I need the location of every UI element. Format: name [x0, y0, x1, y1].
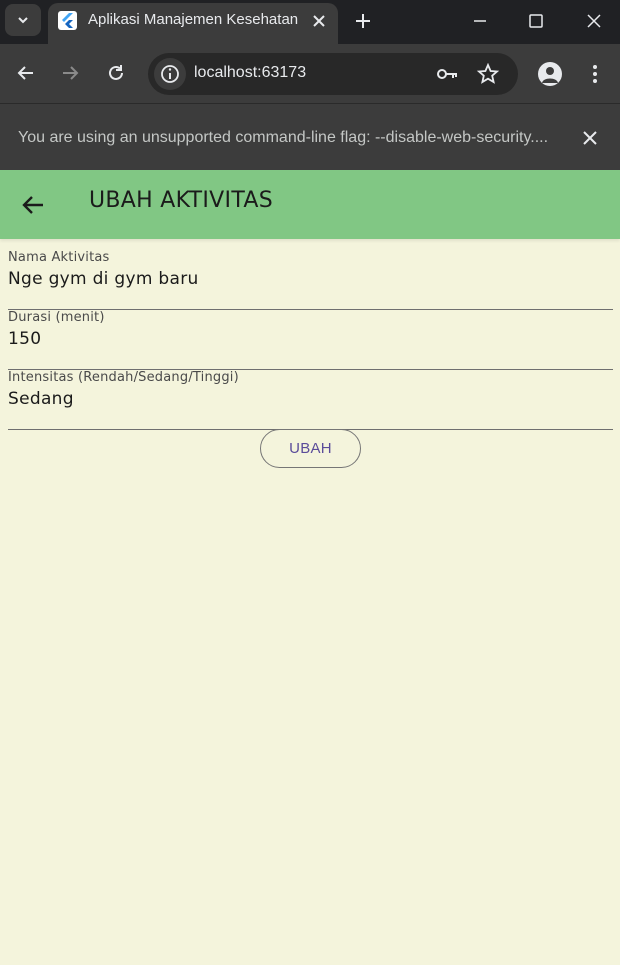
duration-input[interactable]: 150 [8, 329, 613, 349]
duration-label: Durasi (menit) [8, 310, 105, 325]
minimize-icon[interactable] [469, 10, 491, 32]
chevron-down-icon [18, 17, 28, 24]
info-icon [161, 65, 179, 83]
tab-title: Aplikasi Manajemen Kesehatan [88, 11, 299, 28]
back-arrow-icon[interactable] [20, 192, 46, 218]
flutter-favicon-icon [58, 11, 77, 30]
activity-name-field[interactable]: Nama Aktivitas Nge gym di gym baru [8, 250, 613, 310]
browser-toolbar: localhost:63173 [0, 44, 620, 103]
infobar-message: You are using an unsupported command-lin… [18, 129, 549, 146]
star-icon[interactable] [476, 63, 500, 85]
intensity-field[interactable]: Intensitas (Rendah/Sedang/Tinggi) Sedang [8, 370, 613, 430]
intensity-input[interactable]: Sedang [8, 389, 613, 409]
activity-name-input[interactable]: Nge gym di gym baru [8, 269, 613, 289]
kebab-menu-icon[interactable] [585, 62, 605, 86]
infobar-close-icon[interactable] [581, 129, 599, 147]
back-arrow-icon[interactable] [15, 62, 37, 84]
new-tab-plus-icon[interactable] [352, 10, 374, 32]
address-bar[interactable]: localhost:63173 [148, 53, 518, 95]
profile-icon[interactable] [538, 62, 562, 86]
url-text: localhost:63173 [194, 64, 307, 81]
key-icon[interactable] [435, 63, 459, 85]
warning-infobar: You are using an unsupported command-lin… [0, 103, 620, 170]
browser-tabstrip: Aplikasi Manajemen Kesehatan [0, 0, 620, 44]
site-info-button[interactable] [154, 58, 186, 90]
maximize-icon[interactable] [525, 10, 547, 32]
page-title: UBAH AKTIVITAS [89, 188, 273, 213]
tab-close-icon[interactable] [310, 12, 328, 30]
activity-name-label: Nama Aktivitas [8, 250, 110, 265]
forward-arrow-icon[interactable] [59, 62, 81, 84]
intensity-label: Intensitas (Rendah/Sedang/Tinggi) [8, 370, 239, 385]
browser-tab[interactable]: Aplikasi Manajemen Kesehatan [48, 3, 338, 44]
window-close-icon[interactable] [583, 10, 605, 32]
update-button[interactable]: UBAH [260, 429, 361, 468]
duration-field[interactable]: Durasi (menit) 150 [8, 310, 613, 370]
tab-search-button[interactable] [5, 4, 41, 36]
app-bar: UBAH AKTIVITAS [0, 170, 620, 239]
reload-icon[interactable] [105, 62, 127, 84]
